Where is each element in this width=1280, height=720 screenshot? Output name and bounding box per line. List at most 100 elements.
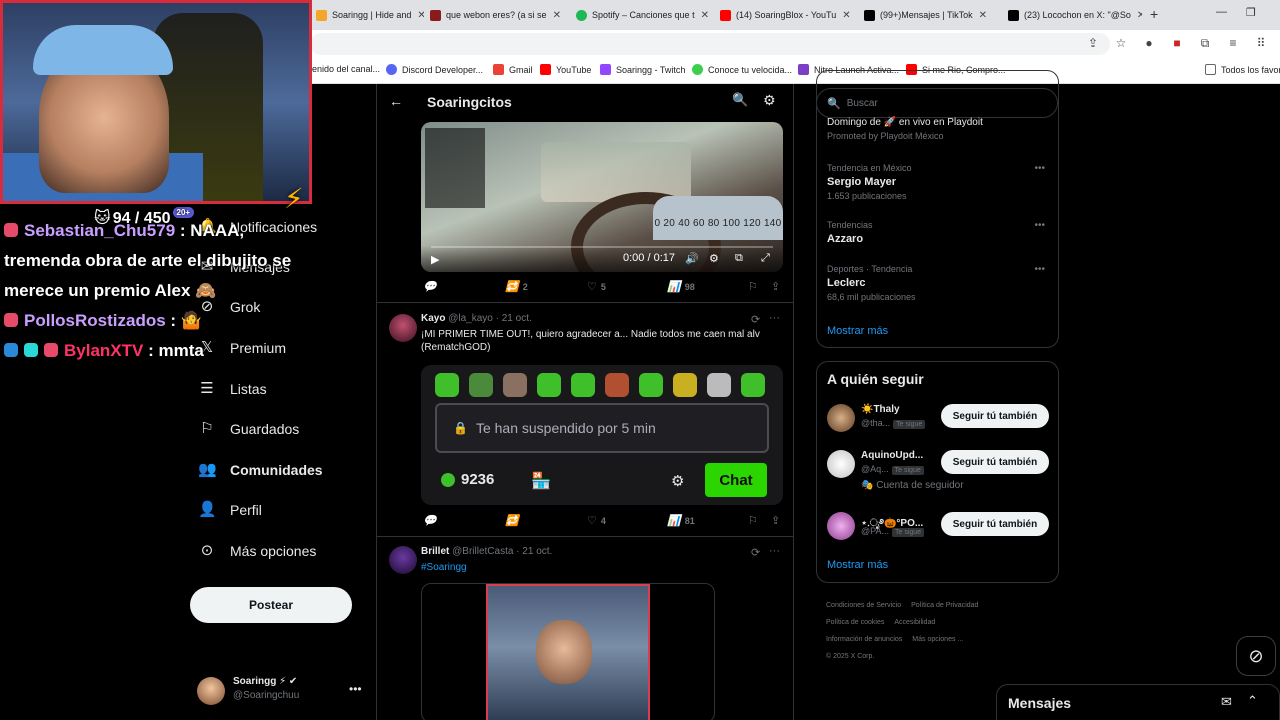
bookmark-button[interactable]: ⚐	[749, 514, 757, 527]
browser-toolbar: ⇪ ☆ ● ■ ⧉ ≡ ⠿	[1086, 36, 1268, 50]
account-switcher[interactable]: Soaringg ⚡ ✔ @Soaringchuu •••	[197, 674, 367, 710]
avatar[interactable]	[389, 314, 417, 342]
trend-item[interactable]: Tendencias Azzaro •••	[827, 220, 1051, 245]
bookmark-button[interactable]: ⚐	[749, 280, 757, 293]
restore-icon[interactable]: ❐	[1246, 6, 1256, 19]
more-dots-icon[interactable]: •••	[1034, 264, 1045, 275]
video-settings-icon[interactable]: ⚙	[709, 252, 719, 265]
more-dots-icon[interactable]: ···	[769, 312, 780, 324]
new-message-icon[interactable]: ✉	[1221, 694, 1232, 710]
extension-red-icon[interactable]: ■	[1170, 36, 1184, 50]
install-app-icon[interactable]: ⇪	[1086, 36, 1100, 50]
bookmark-all[interactable]: Todos los favori	[1205, 64, 1280, 75]
omnibox[interactable]	[310, 33, 1110, 55]
bookmark-twitch[interactable]: Soaringg - Twitch	[600, 64, 685, 75]
post-button[interactable]: Postear	[190, 587, 352, 623]
trend-item[interactable]: Deportes · Tendencia Leclerc 68,6 mil pu…	[827, 264, 1051, 302]
browser-tab-6[interactable]: (23) Locochon en X: "@So ✕	[1008, 4, 1142, 26]
browser-tab-4[interactable]: (14) SoaringBlox - YouTu ✕	[720, 4, 854, 26]
pip-icon[interactable]: ⧉	[735, 252, 743, 265]
bookmark-discord[interactable]: Discord Developer...	[386, 64, 483, 75]
browser-tab-2[interactable]: que webon eres? (a si se ✕	[430, 4, 564, 26]
play-icon[interactable]: ▶	[431, 253, 439, 266]
follow-back-button[interactable]: Seguir tú también	[941, 512, 1049, 536]
avatar[interactable]	[389, 546, 417, 574]
profile-icon[interactable]: ⠿	[1254, 36, 1268, 50]
follow-suggestion[interactable]: AquinoUpd... @Aq... Te sigue 🎭 Cuenta de …	[827, 450, 1051, 491]
close-tab-icon[interactable]: ✕	[417, 10, 424, 21]
nav-lists[interactable]: ☰ Listas	[198, 380, 266, 398]
browser-tab-1[interactable]: Soaringg | Hide and ✕	[316, 4, 424, 26]
stream-chat-overlay: Sebastian_Chu579 : NAAA, tremenda obra d…	[4, 216, 304, 366]
trend-item[interactable]: Tendencia en México Sergio Mayer 1.653 p…	[827, 163, 1051, 201]
emote-icon	[741, 373, 765, 397]
back-arrow-icon[interactable]: ←	[389, 93, 403, 109]
close-tab-icon[interactable]: ✕	[1137, 10, 1142, 21]
show-more-link[interactable]: Mostrar más	[827, 559, 888, 571]
repost-button[interactable]: 🔁	[505, 514, 523, 527]
settings-gear-icon[interactable]: ⚙	[763, 92, 776, 109]
search-icon[interactable]: 🔍	[732, 92, 748, 108]
like-button[interactable]: ♡ 4	[587, 514, 606, 527]
messages-drawer[interactable]: Mensajes ✉ ⌃	[996, 684, 1280, 720]
repost-icon: 🔁	[505, 515, 519, 527]
bookmark-1[interactable]: enido del canal...	[312, 64, 380, 74]
reply-button[interactable]: 💬	[423, 514, 441, 527]
star-icon[interactable]: ☆	[1114, 36, 1128, 50]
account-handle: @Soaringchuu	[233, 690, 300, 701]
follow-suggestion[interactable]: ☀️Thaly @tha... Te sigue Seguir tú tambié…	[827, 404, 1051, 444]
tweet-author[interactable]: Kayo	[421, 313, 445, 324]
show-more-link[interactable]: Mostrar más	[827, 325, 888, 337]
minimize-icon[interactable]: —	[1216, 6, 1227, 18]
tweet-author[interactable]: Brillet	[421, 546, 449, 557]
tweet-hashtag[interactable]: #Soaringg	[421, 561, 781, 574]
more-dots-icon[interactable]: ···	[769, 545, 780, 557]
bookmark-gmail[interactable]: Gmail	[493, 64, 533, 75]
fullscreen-icon[interactable]: ⤢	[761, 252, 770, 265]
suspended-chat-input: 🔒 Te han suspendido por 5 min	[435, 403, 769, 453]
nav-communities[interactable]: 👥 Comunidades	[198, 461, 323, 479]
repost-button[interactable]: 🔁 2	[505, 280, 528, 293]
tweet-image[interactable]	[421, 583, 715, 720]
browser-tab-5[interactable]: (99+)Mensajes | TikTok ✕	[864, 4, 998, 26]
grok-fab-icon[interactable]: ⊘	[1236, 636, 1276, 676]
community-repost-icon[interactable]: ⟳	[751, 313, 760, 326]
volume-icon[interactable]: 🔊	[685, 252, 699, 265]
trend-promoted[interactable]: Domingo de 🚀 en vivo en Playdoit Promote…	[827, 117, 1051, 141]
nav-profile[interactable]: 👤 Perfil	[198, 501, 262, 519]
bookmark-youtube[interactable]: YouTube	[540, 64, 591, 75]
views-icon: 📊	[667, 281, 681, 293]
browser-tab-3[interactable]: Spotify – Canciones que t ✕	[576, 4, 710, 26]
more-dots-icon[interactable]: •••	[1034, 163, 1045, 174]
video-progress-bar[interactable]	[431, 246, 773, 248]
media-controls-icon[interactable]: ≡	[1226, 36, 1240, 50]
twitch-chat-screenshot[interactable]: 🔒 Te han suspendido por 5 min 9236 🏪 ⚙ Ch…	[421, 365, 783, 505]
views-button[interactable]: 📊 81	[667, 514, 695, 527]
nav-more-options[interactable]: ⊙ Más opciones	[198, 542, 317, 560]
close-tab-icon[interactable]: ✕	[553, 10, 561, 21]
expand-up-icon[interactable]: ⌃	[1247, 693, 1258, 709]
community-repost-icon[interactable]: ⟳	[751, 546, 760, 559]
extension-record-icon[interactable]: ●	[1142, 36, 1156, 50]
video-player[interactable]: 0 20 40 60 80 100 120 140 ▶ 0:00 / 0:17 …	[421, 122, 783, 272]
share-button[interactable]: ⇪	[771, 280, 780, 293]
badge-icon	[4, 223, 18, 237]
new-tab-icon[interactable]: +	[1150, 6, 1158, 22]
avatar	[827, 512, 855, 540]
close-tab-icon[interactable]: ✕	[979, 10, 987, 21]
chat-message: BylanXTV : mmta	[4, 336, 304, 366]
reply-button[interactable]: 💬	[423, 280, 441, 293]
nav-bookmarks[interactable]: ⚐ Guardados	[198, 420, 299, 438]
close-tab-icon[interactable]: ✕	[701, 10, 709, 21]
views-button[interactable]: 📊 98	[667, 280, 695, 293]
like-button[interactable]: ♡ 5	[587, 280, 606, 293]
follow-suggestion[interactable]: ⋆.ೃ࿔🎃°PO... @PA... Te sigue Seguir tú tam…	[827, 512, 1051, 552]
extensions-puzzle-icon[interactable]: ⧉	[1198, 36, 1212, 50]
share-button[interactable]: ⇪	[771, 514, 780, 527]
more-dots-icon[interactable]: •••	[349, 682, 362, 696]
more-dots-icon[interactable]: •••	[1034, 220, 1045, 231]
follow-back-button[interactable]: Seguir tú también	[941, 404, 1049, 428]
follow-back-button[interactable]: Seguir tú también	[941, 450, 1049, 474]
bookmark-speedtest[interactable]: Conoce tu velocida...	[692, 64, 792, 75]
close-tab-icon[interactable]: ✕	[842, 10, 850, 21]
